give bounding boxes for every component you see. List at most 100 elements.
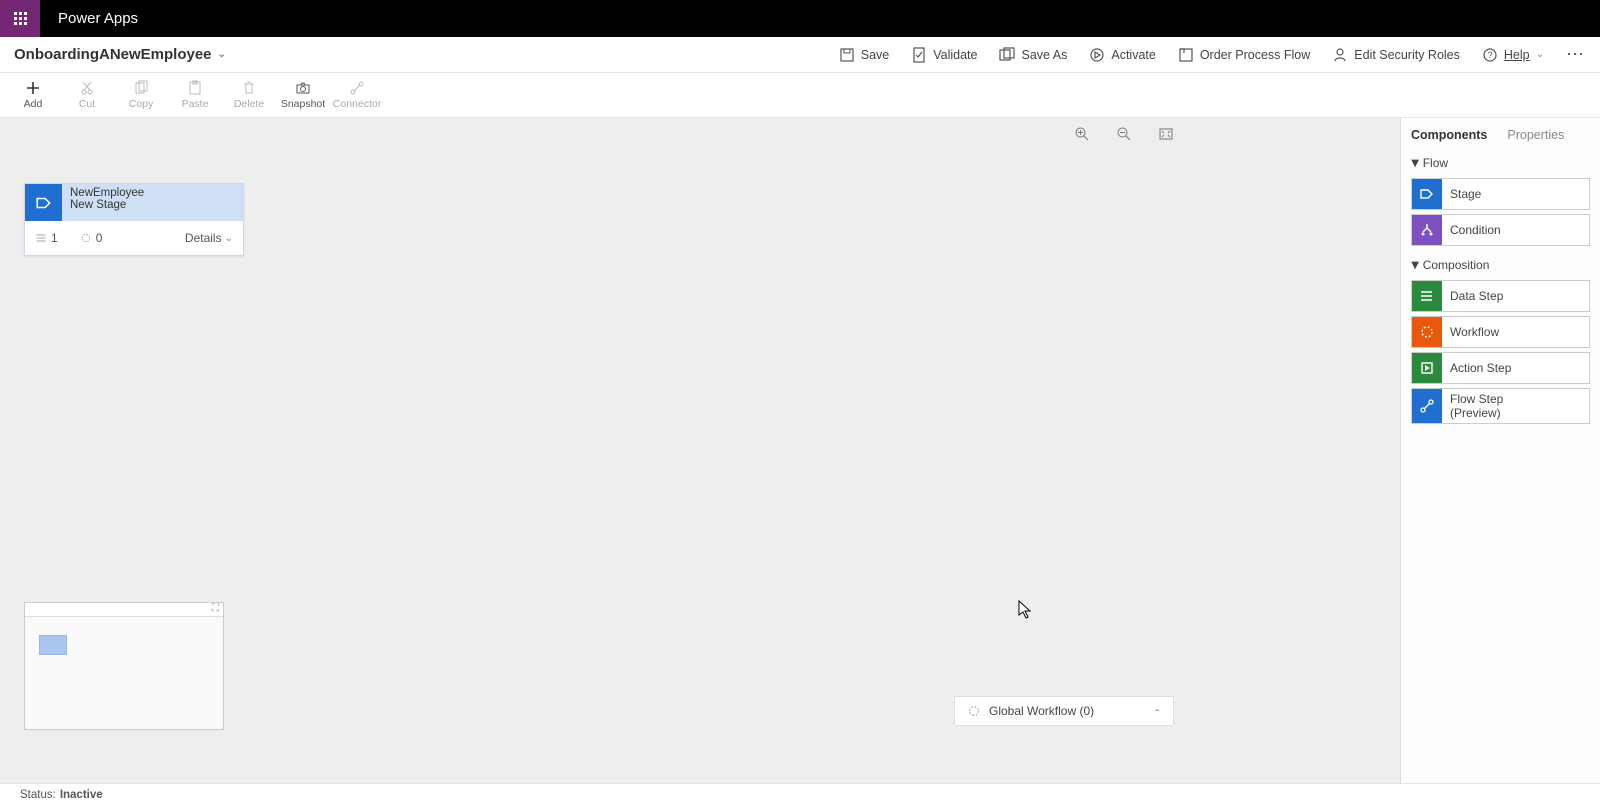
global-workflow-panel[interactable]: Global Workflow (0) ⌄ <box>954 696 1174 726</box>
snapshot-label: Snapshot <box>281 98 325 110</box>
zoom-controls <box>1074 126 1174 142</box>
section-composition-header[interactable]: ▶ Composition <box>1401 250 1600 276</box>
section-flow-header[interactable]: ▶ Flow <box>1401 148 1600 174</box>
paste-icon <box>187 80 203 96</box>
order-process-flow-button[interactable]: Order Process Flow <box>1178 47 1310 63</box>
save-as-label: Save As <box>1021 48 1067 62</box>
status-label: Status: <box>20 789 56 801</box>
chevron-down-icon: ⌄ <box>1536 49 1544 60</box>
component-data-step[interactable]: Data Step <box>1411 280 1590 312</box>
waffle-icon <box>14 12 27 25</box>
activate-icon <box>1089 47 1105 63</box>
status-value: Inactive <box>60 789 103 801</box>
stage-name-label: New Stage <box>70 199 144 211</box>
trigger-icon <box>80 232 92 244</box>
connector-label: Connector <box>333 98 381 110</box>
workflow-icon <box>967 704 981 718</box>
right-panel: Components Properties ▶ Flow Stage Condi… <box>1400 118 1600 783</box>
component-flow-step-label: Flow Step (Preview) <box>1442 389 1503 423</box>
tab-properties[interactable]: Properties <box>1497 122 1574 148</box>
fit-to-screen-button[interactable] <box>1158 126 1174 142</box>
condition-icon <box>1412 215 1442 245</box>
product-name: Power Apps <box>40 0 156 37</box>
save-as-button[interactable]: Save As <box>999 47 1067 63</box>
zoom-out-button[interactable] <box>1116 126 1132 142</box>
stage-card-footer: 1 0 Details ⌄ <box>25 221 243 255</box>
help-icon: ? <box>1482 47 1498 63</box>
minimap-stage-icon <box>39 635 67 655</box>
action-step-icon <box>1412 353 1442 383</box>
component-condition[interactable]: Condition <box>1411 214 1590 246</box>
validate-label: Validate <box>933 48 977 62</box>
app-header: Power Apps <box>0 0 1600 37</box>
help-button[interactable]: ? Help ⌄ <box>1482 47 1544 63</box>
plus-icon <box>25 80 41 96</box>
zoom-in-icon <box>1074 126 1090 142</box>
paste-button[interactable]: Paste <box>168 73 222 117</box>
activate-button[interactable]: Activate <box>1089 47 1155 63</box>
validate-button[interactable]: Validate <box>911 47 977 63</box>
caret-icon: ▶ <box>1409 261 1420 269</box>
edit-security-roles-button[interactable]: Edit Security Roles <box>1332 47 1460 63</box>
stage-card[interactable]: NewEmployee New Stage 1 0 Details <box>24 183 244 256</box>
component-action-step-label: Action Step <box>1442 353 1511 383</box>
zoom-in-button[interactable] <box>1074 126 1090 142</box>
component-action-step[interactable]: Action Step <box>1411 352 1590 384</box>
workflow-icon <box>1412 317 1442 347</box>
delete-button[interactable]: Delete <box>222 73 276 117</box>
app-launcher[interactable] <box>0 0 40 37</box>
component-stage-label: Stage <box>1442 179 1481 209</box>
stage-details-toggle[interactable]: Details ⌄ <box>185 231 233 245</box>
save-label: Save <box>861 48 890 62</box>
stage-icon <box>1412 179 1442 209</box>
section-composition-label: Composition <box>1423 258 1490 272</box>
caret-icon: ▶ <box>1409 159 1420 167</box>
data-step-icon <box>1412 281 1442 311</box>
component-workflow-label: Workflow <box>1442 317 1499 347</box>
copy-button[interactable]: Copy <box>114 73 168 117</box>
order-label: Order Process Flow <box>1200 48 1310 62</box>
chevron-down-icon: ⌄ <box>225 233 233 244</box>
svg-text:?: ? <box>1487 50 1492 60</box>
order-icon <box>1178 47 1194 63</box>
connector-button[interactable]: Connector <box>330 73 384 117</box>
trash-icon <box>241 80 257 96</box>
add-label: Add <box>24 98 43 110</box>
more-button[interactable]: ⋯ <box>1566 44 1586 65</box>
flow-name-label: OnboardingANewEmployee <box>14 46 212 63</box>
stage-card-header: NewEmployee New Stage <box>25 184 243 221</box>
toolbar: Add Cut Copy Paste Delete Snapshot Conne… <box>0 73 1600 118</box>
copy-icon <box>133 80 149 96</box>
chevron-down-icon: ⌄ <box>218 49 226 60</box>
stage-steps-count: 1 <box>35 231 58 245</box>
steps-icon <box>35 232 47 244</box>
component-stage[interactable]: Stage <box>1411 178 1590 210</box>
minimap-canvas <box>25 617 223 673</box>
snapshot-button[interactable]: Snapshot <box>276 73 330 117</box>
fit-icon <box>1158 126 1174 142</box>
minimap[interactable]: ⛶ <box>24 602 224 730</box>
save-button[interactable]: Save <box>839 47 890 63</box>
security-label: Edit Security Roles <box>1354 48 1460 62</box>
canvas[interactable]: NewEmployee New Stage 1 0 Details <box>0 118 1400 783</box>
security-icon <box>1332 47 1348 63</box>
add-button[interactable]: Add <box>6 73 60 117</box>
component-flow-step[interactable]: Flow Step (Preview) <box>1411 388 1590 424</box>
tab-components[interactable]: Components <box>1401 122 1497 148</box>
cut-button[interactable]: Cut <box>60 73 114 117</box>
delete-label: Delete <box>234 98 264 110</box>
minimap-expand-button[interactable]: ⛶ <box>25 603 223 617</box>
connector-icon <box>349 80 365 96</box>
stage-entity-label: NewEmployee <box>70 187 144 199</box>
section-flow-label: Flow <box>1423 156 1448 170</box>
flow-step-icon <box>1412 389 1442 423</box>
component-workflow[interactable]: Workflow <box>1411 316 1590 348</box>
component-condition-label: Condition <box>1442 215 1501 245</box>
title-bar: OnboardingANewEmployee ⌄ Save Validate S… <box>0 37 1600 73</box>
cut-icon <box>79 80 95 96</box>
flow-name-dropdown[interactable]: OnboardingANewEmployee ⌄ <box>14 46 226 63</box>
save-as-icon <box>999 47 1015 63</box>
component-data-step-label: Data Step <box>1442 281 1503 311</box>
validate-icon <box>911 47 927 63</box>
panel-tabs: Components Properties <box>1401 118 1600 148</box>
